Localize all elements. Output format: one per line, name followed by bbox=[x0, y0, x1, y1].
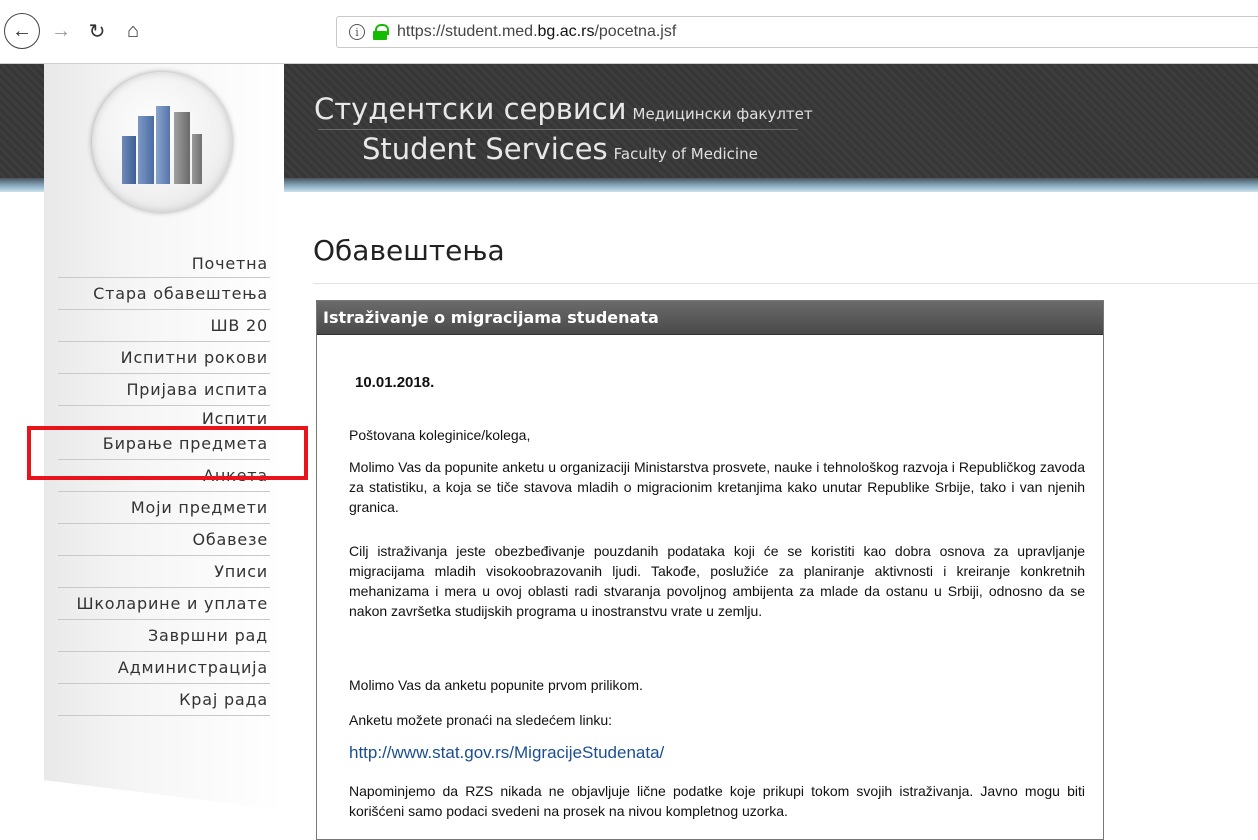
sidebar-item-shv20[interactable]: ШВ 20 bbox=[58, 310, 270, 342]
url-host: bg.ac.rs bbox=[537, 23, 595, 40]
browser-toolbar: ← → ↻ ⌂ i https://student.med. bg.ac.rs/p… bbox=[0, 0, 1258, 64]
faculty-name-sr: Медицински факултет bbox=[632, 105, 813, 123]
sidebar-item-tuition-payments[interactable]: Школарине и уплате bbox=[58, 588, 270, 620]
sidebar-item-logout[interactable]: Крај рада bbox=[58, 684, 270, 716]
annotation-highlight-box bbox=[27, 426, 308, 480]
sidebar-item-home[interactable]: Почетна bbox=[58, 248, 270, 278]
sidebar-menu: Почетна Стара обавештења ШВ 20 Испитни р… bbox=[58, 248, 270, 716]
faculty-logo[interactable] bbox=[92, 72, 232, 212]
sidebar-item-obligations[interactable]: Обавезе bbox=[58, 524, 270, 556]
notice-paragraph: Napominjemo da RZS nikada ne objavljuje … bbox=[349, 783, 1085, 819]
url-path: /pocetna.jsf bbox=[594, 23, 677, 40]
heading-divider bbox=[313, 283, 1258, 284]
back-arrow-icon[interactable]: ← bbox=[4, 13, 40, 49]
logo-tower-shape bbox=[192, 134, 202, 184]
notice-paragraph: Anketu možete pronaći na sledećem linku: bbox=[349, 712, 613, 728]
sidebar-item-exam-registration[interactable]: Пријава испита bbox=[58, 374, 270, 406]
site-title-english: Student Services Faculty of Medicine bbox=[362, 132, 758, 166]
url-prefix: https://student.med. bbox=[397, 23, 538, 40]
sidebar-item-final-thesis[interactable]: Завршни рад bbox=[58, 620, 270, 652]
reload-icon[interactable]: ↻ bbox=[80, 14, 114, 48]
title-divider bbox=[318, 129, 798, 130]
notice-panel: Istraživanje o migracijama studenata 10.… bbox=[316, 300, 1104, 840]
logo-tower-shape bbox=[156, 106, 170, 184]
sidebar-item-my-courses[interactable]: Моји предмети bbox=[58, 492, 270, 524]
logo-tower-shape bbox=[122, 136, 136, 184]
logo-tower-shape bbox=[174, 112, 190, 184]
faculty-name-en: Faculty of Medicine bbox=[613, 145, 758, 163]
page-title: Обавештења bbox=[313, 234, 505, 267]
lock-icon bbox=[373, 24, 389, 40]
forward-arrow-icon[interactable]: → bbox=[44, 14, 78, 48]
notice-date: 10.01.2018. bbox=[355, 374, 435, 391]
notice-paragraph: Molimo Vas da popunite anketu u organiza… bbox=[349, 459, 1085, 515]
sidebar-item-administration[interactable]: Администрација bbox=[58, 652, 270, 684]
sidebar-item-exams[interactable]: Испити bbox=[58, 406, 270, 428]
sidebar-item-old-notices[interactable]: Стара обавештења bbox=[58, 278, 270, 310]
home-icon[interactable]: ⌂ bbox=[116, 14, 150, 48]
notice-paragraph: Molimo Vas da anketu popunite prvom pril… bbox=[349, 677, 643, 693]
site-title-en: Student Services bbox=[362, 132, 608, 166]
notice-title: Istraživanje o migracijama studenata bbox=[317, 301, 1103, 335]
site-title-serbian: Студентски сервиси Медицински факултет bbox=[314, 92, 813, 126]
notice-paragraph: Cilj istraživanja jeste obezbeđivanje po… bbox=[349, 543, 1085, 619]
site-info-icon[interactable]: i bbox=[349, 24, 365, 40]
address-bar[interactable]: i https://student.med. bg.ac.rs/pocetna.j… bbox=[336, 16, 1258, 48]
notice-greeting: Poštovana koleginice/kolega, bbox=[349, 427, 531, 443]
logo-tower-shape bbox=[138, 116, 154, 184]
sidebar-item-exam-periods[interactable]: Испитни рокови bbox=[58, 342, 270, 374]
site-title-sr: Студентски сервиси bbox=[314, 92, 627, 126]
sidebar-item-enrollments[interactable]: Уписи bbox=[58, 556, 270, 588]
survey-link[interactable]: http://www.stat.gov.rs/MigracijeStudenat… bbox=[349, 743, 664, 763]
